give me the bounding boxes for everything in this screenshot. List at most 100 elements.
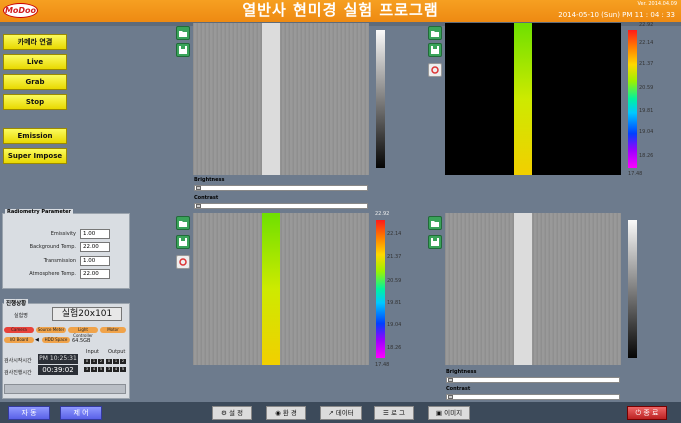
folder-open-icon[interactable]: [428, 26, 442, 40]
sample-strip-1: [262, 23, 280, 175]
elapsed-time-label: 검사진행시간: [4, 370, 32, 376]
led-hdd-space: HDD Space: [42, 337, 70, 343]
input-bit: 4: [91, 367, 97, 372]
output-register: 012 345: [106, 356, 128, 372]
save-icon[interactable]: [428, 235, 442, 249]
input-bit: 2: [98, 359, 104, 364]
colorbar-tick: 22.14: [387, 231, 402, 237]
hdd-value: 64.5GB: [72, 338, 91, 344]
input-register: 012 345: [84, 356, 106, 372]
sample-strip-4: [514, 213, 532, 365]
stop-button[interactable]: Stop: [3, 94, 67, 110]
output-bit: 0: [106, 359, 112, 364]
radiometry-panel: [2, 213, 130, 289]
settings-icon[interactable]: [428, 63, 442, 77]
data-label: 데이터: [335, 409, 354, 417]
log-icon: ☰: [383, 409, 389, 417]
experiment-title: 진행상황: [4, 299, 29, 307]
led-arrow-icon: ◀: [35, 337, 39, 343]
led-source-meter: Source Meter: [36, 327, 66, 333]
exit-label: 종 료: [643, 409, 659, 417]
chart-icon: ↗: [328, 409, 334, 417]
super-impose-button[interactable]: Super Impose: [3, 148, 67, 164]
colorbar-tick: 18.26: [639, 153, 654, 159]
color-scale-bar-2: [628, 30, 637, 168]
brightness-slider-4[interactable]: [446, 377, 620, 383]
save-icon[interactable]: [176, 235, 190, 249]
log-button[interactable]: ☰ 로 그: [374, 406, 414, 420]
save-icon[interactable]: [176, 43, 190, 57]
led-camera: Camera: [4, 327, 34, 333]
log-label: 로 그: [390, 409, 405, 417]
colorbar-tick: 17.48: [375, 362, 390, 368]
folder-open-icon[interactable]: [428, 216, 442, 230]
experiment-name-label: 실험명: [14, 313, 28, 319]
environment-button[interactable]: ◉ 환 경: [266, 406, 306, 420]
thermal-view-2[interactable]: [445, 23, 621, 175]
atmosphere-temp-input[interactable]: 22.00: [80, 269, 110, 279]
camera-view-1[interactable]: [193, 23, 369, 175]
live-button[interactable]: Live: [3, 54, 67, 70]
version-label: Ver. 2014.04.09: [637, 1, 677, 7]
contrast-label-4: Contrast: [446, 386, 471, 392]
manual-control-button[interactable]: 제 어: [60, 406, 102, 420]
save-icon[interactable]: [428, 43, 442, 57]
camera-connect-button[interactable]: 카메라 연결: [3, 34, 67, 50]
brightness-slider-1[interactable]: [194, 185, 368, 191]
brightness-label-4: Brightness: [446, 369, 477, 375]
led-motor: Motor: [100, 327, 126, 333]
elapsed-time-display: 00:39:02: [38, 365, 78, 375]
image-button[interactable]: ▣ 이미지: [428, 406, 470, 420]
camera-view-4[interactable]: [445, 213, 621, 365]
progress-bar: [4, 384, 126, 394]
colorbar-tick: 19.81: [639, 108, 654, 114]
output-bit: 1: [113, 359, 119, 364]
grayscale-bar-4: [628, 220, 637, 358]
colorbar-tick: 19.04: [387, 322, 402, 328]
colorbar-tick: 22.14: [639, 40, 654, 46]
folder-open-icon[interactable]: [176, 26, 190, 40]
exit-button[interactable]: ⏻ 종 료: [627, 406, 667, 420]
data-button[interactable]: ↗ 데이터: [320, 406, 362, 420]
image-icon: ▣: [435, 409, 443, 417]
input-label: Input: [86, 349, 99, 355]
input-bit: 5: [98, 367, 104, 372]
datetime-display: 2014-05-10 (Sun) PM 11 : 04 : 33: [558, 11, 675, 19]
colorbar-tick: 22.92: [375, 211, 390, 217]
setup-label: 설 정: [228, 409, 243, 417]
output-bit: 4: [113, 367, 119, 372]
brightness-label-1: Brightness: [194, 177, 225, 183]
setup-button[interactable]: ⚙ 설 정: [212, 406, 252, 420]
image-label: 이미지: [444, 409, 463, 417]
transmission-input[interactable]: 1.00: [80, 256, 110, 266]
colorbar-tick: 19.81: [387, 300, 402, 306]
contrast-slider-4[interactable]: [446, 394, 620, 400]
folder-open-icon[interactable]: [176, 216, 190, 230]
transmission-label: Transmission: [43, 258, 76, 264]
emission-button[interactable]: Emission: [3, 128, 67, 144]
output-bit: 2: [120, 359, 126, 364]
emissivity-label: Emissivity: [50, 231, 76, 237]
output-label: Output: [108, 349, 126, 355]
start-time-display: PM 10:25:31: [38, 354, 78, 364]
background-temp-input[interactable]: 22.00: [80, 242, 110, 252]
background-temp-label: Background Temp.: [29, 244, 76, 250]
start-time-label: 검사시작시간: [4, 358, 32, 364]
input-bit: 1: [91, 359, 97, 364]
globe-icon: ◉: [275, 409, 281, 417]
contrast-slider-1[interactable]: [194, 203, 368, 209]
experiment-name-field[interactable]: 실험20x101: [52, 307, 122, 321]
power-icon: ⏻: [635, 409, 642, 417]
setup-icon: ⚙: [221, 409, 227, 417]
colorbar-tick: 19.04: [639, 129, 654, 135]
colorbar-tick: 17.48: [628, 171, 643, 177]
colorbar-tick: 20.59: [387, 278, 402, 284]
auto-mode-button[interactable]: 자 동: [8, 406, 50, 420]
emissivity-input[interactable]: 1.00: [80, 229, 110, 239]
settings-icon[interactable]: [176, 255, 190, 269]
overlay-view-3[interactable]: [193, 213, 369, 365]
grab-button[interactable]: Grab: [3, 74, 67, 90]
colorbar-tick: 21.37: [639, 61, 654, 67]
input-bit: 0: [84, 359, 90, 364]
radiometry-title: Radiometry Parameter: [5, 209, 74, 215]
